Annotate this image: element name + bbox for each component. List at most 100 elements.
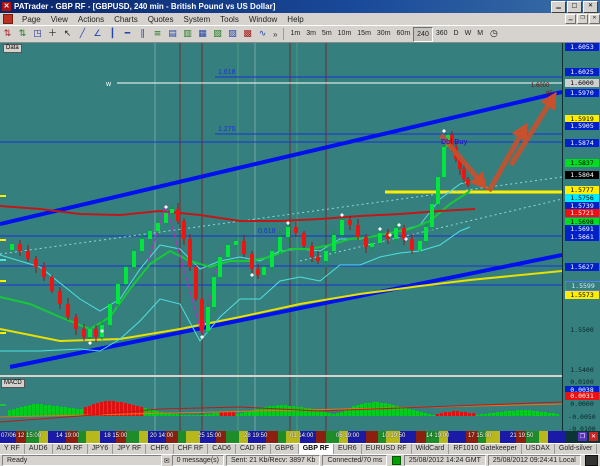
tab-chf6[interactable]: CHF6 xyxy=(146,444,173,454)
upper-blue-trendline[interactable] xyxy=(0,92,562,224)
macd-bar xyxy=(352,406,355,416)
menu-system[interactable]: System xyxy=(178,15,215,24)
status-messages: 0 message(s) xyxy=(172,455,224,466)
timeframe-button-1m[interactable]: 1m xyxy=(287,27,303,42)
timeframe-button-3m[interactable]: 3m xyxy=(303,27,319,42)
macd-bar xyxy=(460,412,463,416)
tab-aud6[interactable]: AUD6 xyxy=(25,444,53,454)
candle xyxy=(430,198,434,230)
status-tray-icon[interactable] xyxy=(585,455,598,466)
child-close-icon[interactable]: ✕ xyxy=(589,14,600,24)
timeframe-button-240[interactable]: 240 xyxy=(413,27,433,42)
link-chart-icon[interactable]: ⇅ xyxy=(1,28,14,41)
pivot-dot xyxy=(404,237,407,240)
chart-area[interactable]: Data MACD xyxy=(0,43,600,431)
up-arrow-2 xyxy=(511,96,554,165)
tab-y-rf[interactable]: Y RF xyxy=(0,444,25,454)
macd-bar xyxy=(332,414,335,416)
tab-gold-silver[interactable]: Gold-silver xyxy=(555,444,597,454)
tab-eurusd-rf[interactable]: EURUSD RF xyxy=(362,444,412,454)
macd-bar xyxy=(384,403,387,416)
toolbar-overflow-icon[interactable]: » xyxy=(273,30,277,39)
candle xyxy=(164,211,168,225)
application-window: ✕ PATrader - GBP RF - [GBPUSD, 240 min -… xyxy=(0,0,600,466)
timeframe-button-d[interactable]: D xyxy=(451,27,462,42)
timeframe-button-360[interactable]: 360 xyxy=(433,27,451,42)
area-chart-icon[interactable]: ▨ xyxy=(226,28,239,41)
menu-charts[interactable]: Charts xyxy=(109,15,143,24)
clock-icon[interactable]: ◷ xyxy=(490,29,498,39)
timeframe-button-10m[interactable]: 10m xyxy=(335,27,355,42)
indicators-icon[interactable]: ∿ xyxy=(256,28,269,41)
chart-canvas[interactable]: 1.618 1.270 0.618 Dbl Buy 1.6000 85 w xyxy=(0,43,562,431)
horizontal-line-icon[interactable]: ━ xyxy=(121,28,134,41)
timeframe-button-15m[interactable]: 15m xyxy=(354,27,374,42)
timeframe-button-5m[interactable]: 5m xyxy=(319,27,335,42)
timeframe-button-m[interactable]: M xyxy=(474,27,486,42)
tab-gbp-rf[interactable]: GBP RF xyxy=(299,444,334,454)
messages-icon[interactable]: ✉ xyxy=(164,457,170,465)
tab-gbp6[interactable]: GBP6 xyxy=(271,444,299,454)
maximize-icon[interactable]: □ xyxy=(567,1,582,13)
pointer-icon[interactable]: ↖ xyxy=(61,28,74,41)
trendline-icon[interactable]: ╱ xyxy=(76,28,89,41)
menu-actions[interactable]: Actions xyxy=(73,15,109,24)
timeframe-button-30m[interactable]: 30m xyxy=(374,27,394,42)
tab-jpy6[interactable]: JPY6 xyxy=(88,444,114,454)
macd-bar xyxy=(440,413,443,416)
price-scale[interactable]: 1.60531.60251.60001.59701.59191.59051.58… xyxy=(562,43,600,431)
menu-window[interactable]: Window xyxy=(244,15,282,24)
crosshair-icon[interactable]: ＋ xyxy=(46,28,59,41)
menu-page[interactable]: Page xyxy=(17,15,46,24)
menu-help[interactable]: Help xyxy=(282,15,308,24)
angle-line-icon[interactable]: ∠ xyxy=(91,28,104,41)
price-label: 1.5874 xyxy=(565,139,599,147)
macd-bar xyxy=(480,414,483,416)
price-label: 1.5599 xyxy=(565,281,600,291)
menu-quotes[interactable]: Quotes xyxy=(143,15,179,24)
tab-eur6[interactable]: EUR6 xyxy=(334,444,362,454)
candle-chart-icon[interactable]: ▦ xyxy=(196,28,209,41)
fib-0618-label: 0.618 xyxy=(258,228,276,235)
tab-rf1010-gatekeeper[interactable]: RF1010 Gatekeeper xyxy=(449,444,521,454)
macd-bar xyxy=(144,408,147,416)
tab-cad6[interactable]: CAD6 xyxy=(208,444,236,454)
bar-chart-icon[interactable]: ▥ xyxy=(181,28,194,41)
price-label: 1.5573 xyxy=(565,291,599,299)
tab-wildcard[interactable]: WildCard xyxy=(412,444,450,454)
menu-tools[interactable]: Tools xyxy=(215,15,244,24)
link-quotes-icon[interactable]: ⇅ xyxy=(16,28,29,41)
tab-usdax[interactable]: USDAX xyxy=(522,444,555,454)
pivot-dot xyxy=(286,221,289,224)
instrument-tab-strip: Y RFAUD6AUD RFJPY6JPY RFCHF6CHF RFCAD6CA… xyxy=(0,443,600,454)
cyan-upper-band xyxy=(0,181,470,311)
volume-icon[interactable]: ▩ xyxy=(241,28,254,41)
tab-chf-rf[interactable]: CHF RF xyxy=(174,444,209,454)
quotebar-restore-icon[interactable]: ❐ xyxy=(578,432,587,441)
new-chart-icon[interactable]: ◳ xyxy=(31,28,44,41)
candle xyxy=(286,224,290,243)
vertical-line-icon[interactable]: ┃ xyxy=(106,28,119,41)
macd-bar xyxy=(224,412,227,416)
fib-fan-icon[interactable]: ▤ xyxy=(166,28,179,41)
channel-icon[interactable]: ∥ xyxy=(136,28,149,41)
tab-aud-rf[interactable]: AUD RF xyxy=(53,444,88,454)
quotebar-close-icon[interactable]: ✕ xyxy=(589,432,598,441)
close-icon[interactable]: ✕ xyxy=(583,1,598,13)
child-restore-icon[interactable]: ❐ xyxy=(577,14,588,24)
time-axis-label: 06 19:00 xyxy=(336,433,359,439)
timeframe-button-w[interactable]: W xyxy=(462,27,475,42)
status-local-time: 25/08/2012 09:24:41 Local xyxy=(488,455,581,466)
menu-view[interactable]: View xyxy=(46,15,73,24)
child-minimize-icon[interactable]: ▁ xyxy=(565,14,576,24)
fib-retracement-icon[interactable]: ≡ xyxy=(151,28,164,41)
minimize-icon[interactable]: ▁ xyxy=(551,1,566,13)
data-tag[interactable]: Data xyxy=(3,44,22,53)
macd-bar xyxy=(292,406,295,416)
tab-cad-rf[interactable]: CAD RF xyxy=(236,444,271,454)
macd-tag[interactable]: MACD xyxy=(1,379,25,388)
timeframe-button-60m[interactable]: 60m xyxy=(394,27,414,42)
line-chart-icon[interactable]: ▧ xyxy=(211,28,224,41)
tab-jpy-rf[interactable]: JPY RF xyxy=(113,444,146,454)
candle xyxy=(42,262,46,281)
